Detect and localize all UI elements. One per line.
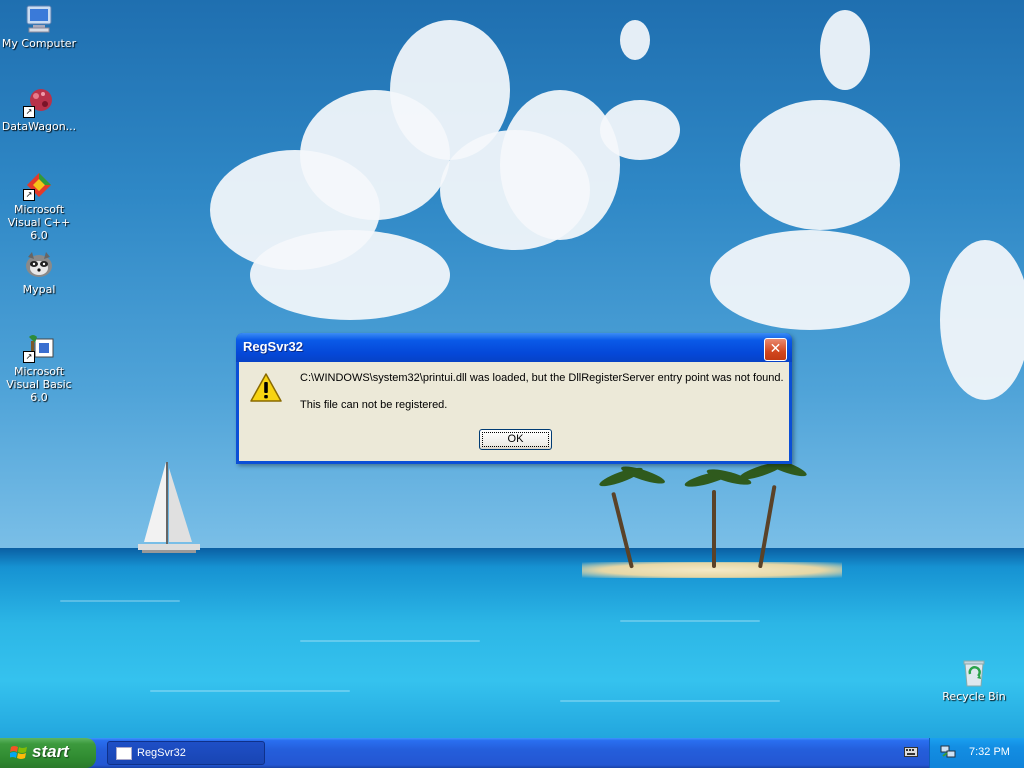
ok-button[interactable]: OK — [479, 429, 552, 450]
wave — [620, 620, 760, 622]
cloud — [740, 100, 900, 230]
taskbar-item-regsvr32[interactable]: RegSvr32 — [107, 741, 265, 765]
desktop-icon-my-computer[interactable]: My Computer — [0, 3, 79, 50]
my-computer-icon — [23, 3, 55, 35]
mypal-raccoon-icon — [23, 249, 55, 281]
desktop-icon-label: Microsoft Visual C++ 6.0 — [7, 203, 71, 242]
desktop-icon-label: Recycle Bin — [942, 690, 1006, 703]
close-icon: ✕ — [769, 341, 782, 357]
desktop-icon-label: Microsoft Visual Basic 6.0 — [6, 365, 72, 404]
window-icon — [116, 747, 132, 760]
desktop-icon-visual-cpp[interactable]: ↗ Microsoft Visual C++ 6.0 — [0, 169, 79, 242]
cloud — [940, 240, 1024, 400]
sailboat — [138, 462, 200, 553]
wallpaper-sea — [0, 548, 1024, 738]
cloud — [710, 230, 910, 330]
error-message: C:\WINDOWS\system32\printui.dll was load… — [300, 372, 784, 384]
visual-basic-icon: ↗ — [23, 331, 55, 363]
start-label: start — [32, 742, 69, 761]
wave — [150, 690, 350, 692]
desktop-icon-label: Mypal — [22, 283, 56, 296]
cloud — [600, 100, 680, 160]
visual-cpp-icon: ↗ — [23, 169, 55, 201]
close-button[interactable]: ✕ — [764, 338, 787, 361]
datawagon-icon: ↗ — [23, 86, 55, 118]
cloud — [820, 10, 870, 90]
desktop-icon-label: My Computer — [1, 37, 77, 50]
shortcut-arrow-icon: ↗ — [23, 106, 35, 118]
wave — [300, 640, 480, 642]
cloud — [500, 90, 620, 240]
regsvr32-dialog: RegSvr32 ✕ C:\WINDOWS\system32\printui.d… — [236, 333, 792, 464]
palm-trunk — [712, 490, 716, 568]
shortcut-arrow-icon: ↗ — [23, 351, 35, 363]
windows-logo-icon — [10, 746, 27, 759]
dialog-titlebar[interactable]: RegSvr32 ✕ — [236, 333, 792, 362]
wave — [60, 600, 180, 602]
desktop-icon-recycle-bin[interactable]: Recycle Bin — [934, 656, 1014, 703]
clock[interactable]: 7:32 PM — [969, 746, 1010, 758]
cloud — [620, 20, 650, 60]
keyboard-icon[interactable] — [904, 747, 918, 757]
system-tray: 7:32 PM — [929, 738, 1024, 768]
start-button[interactable]: start — [0, 738, 96, 768]
desktop-icon-label: DataWagon... — [1, 120, 77, 133]
network-icon[interactable] — [940, 745, 956, 759]
dialog-title: RegSvr32 — [243, 339, 303, 354]
taskbar-item-label: RegSvr32 — [137, 747, 186, 759]
desktop-icon-mypal[interactable]: Mypal — [0, 249, 79, 296]
desktop-icon-datawagon[interactable]: ↗ DataWagon... — [0, 86, 79, 133]
desktop-icon-visual-basic[interactable]: ↗ Microsoft Visual Basic 6.0 — [0, 331, 79, 404]
dialog-body: C:\WINDOWS\system32\printui.dll was load… — [239, 362, 789, 461]
shortcut-arrow-icon: ↗ — [23, 189, 35, 201]
taskbar: start RegSvr32 7:32 PM — [0, 738, 1024, 768]
error-detail: This file can not be registered. — [300, 399, 448, 411]
recycle-bin-icon — [958, 656, 990, 688]
wave — [560, 700, 780, 702]
cloud — [250, 230, 450, 320]
warning-icon — [250, 372, 282, 404]
